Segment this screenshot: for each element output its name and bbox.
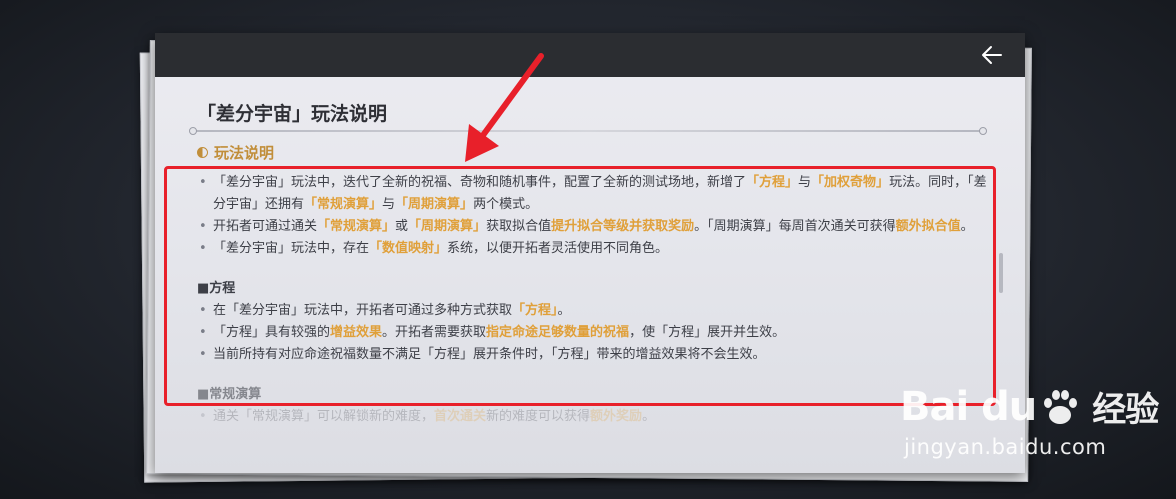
section-heading: 玩法说明 xyxy=(197,142,274,163)
watermark-url: jingyan.baidu.com xyxy=(904,435,1107,459)
highlight-text: 额外奖励 xyxy=(590,409,643,424)
baidu-watermark: Bai du 经验 jingyan.baidu.com xyxy=(900,382,1159,460)
highlight-text: 首次通关 xyxy=(434,409,487,424)
scrollbar-thumb[interactable] xyxy=(999,253,1003,293)
paw-icon xyxy=(1044,389,1078,424)
rule-paragraph-7: 通关「常规演算」可以解锁新的难度，首次通关新的难度可以获得额外奖励。 xyxy=(197,406,987,428)
watermark-cn-text: 经验 xyxy=(1092,390,1159,430)
page-title: 「差分宇宙」玩法说明 xyxy=(197,103,388,125)
title-divider xyxy=(189,127,987,135)
section-heading-label: 玩法说明 xyxy=(214,144,275,162)
body-text: 新的难度可以获得 xyxy=(486,409,591,424)
half-circle-icon xyxy=(197,147,208,158)
annotation-arrow-icon xyxy=(465,53,544,162)
body-text: 。 xyxy=(642,409,656,424)
back-arrow-icon[interactable] xyxy=(979,42,1005,68)
watermark-logo-text: Bai du xyxy=(900,383,1037,430)
annotation-highlight-box xyxy=(164,166,996,406)
panel-top-bar xyxy=(155,33,1025,77)
body-text: 通关「常规演算」可以解锁新的难度， xyxy=(213,409,435,424)
baidu-logo: Bai du 经验 xyxy=(900,382,1159,431)
